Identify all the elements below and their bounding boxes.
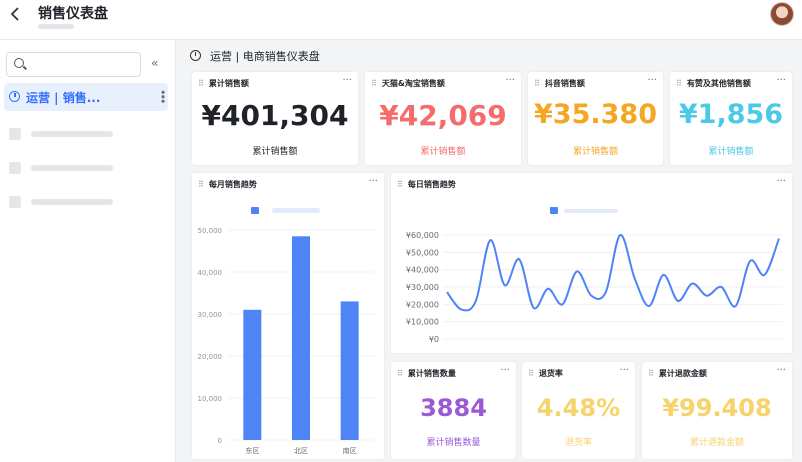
y-tick-label: ¥20,000 (406, 300, 439, 309)
y-tick-label: 40,000 (198, 269, 223, 277)
kpi-card-refund: 累计退款金额 ··· ¥99.408 累计退款金额 (641, 361, 793, 460)
kpi-caption: 累计退款金额 (689, 438, 744, 448)
kpi-caption: 累计销售额 (708, 147, 754, 157)
kpi-card-quantity: 累计销售数量 ··· 3884 累计销售数量 (390, 361, 517, 460)
kpi-card-total: 累计销售额 ··· ¥401,304 累计销售额 (191, 71, 359, 166)
more-icon[interactable]: ··· (342, 75, 352, 86)
sidebar-item-label: 运营 | 销售... (26, 91, 101, 105)
kpi-value: ¥42,069 (379, 99, 507, 132)
legend-swatch (251, 207, 259, 214)
y-tick-label: 0 (218, 437, 222, 445)
kpi-caption: 退货率 (564, 438, 592, 448)
search-input[interactable] (6, 52, 141, 77)
kpi-caption: 累计销售额 (420, 147, 466, 157)
card-title: 天猫&淘宝销售额 (371, 78, 445, 89)
y-tick-label: ¥60,000 (406, 231, 439, 240)
bar (292, 236, 310, 440)
monthly-bar-chart: 0 10,000 20,000 30,000 40,000 50,000 东区 北区 南区 (198, 207, 374, 455)
page-title: 销售仪表盘 (38, 6, 108, 22)
bar (340, 301, 359, 440)
more-icon[interactable]: ••• (156, 89, 169, 102)
series-line (446, 233, 780, 312)
card-title: 抖音销售额 (534, 78, 585, 89)
daily-line-chart: ¥0 ¥10,000 ¥20,000 ¥30,000 ¥40,000 ¥50,000 ¥60… (406, 207, 783, 344)
kpi-card-youzan: 有赞及其他销售额 ··· ¥1,856 累计销售额 (669, 71, 793, 166)
more-icon[interactable]: ··· (500, 365, 510, 376)
sidebar-skeleton-item (9, 128, 149, 140)
card-title: 累计销售数量 (397, 368, 456, 379)
search-icon (14, 58, 24, 68)
double-chevron-left-icon[interactable]: ‹‹ (151, 56, 158, 70)
x-tick-label: 北区 (294, 447, 308, 455)
sidebar-skeleton-item (9, 196, 149, 208)
more-icon[interactable]: ··· (647, 75, 657, 86)
kpi-card-douyin: 抖音销售额 ··· ¥35.380 累计销售额 (527, 71, 664, 166)
kpi-caption: 累计销售数量 (426, 438, 481, 448)
kpi-value: ¥99.408 (662, 394, 772, 422)
sidebar-skeleton-item (9, 162, 149, 174)
top-bar: 销售仪表盘 (0, 0, 802, 40)
kpi-value: 4.48% (536, 394, 621, 422)
y-tick-label: ¥50,000 (406, 248, 439, 257)
y-tick-label: ¥10,000 (406, 318, 439, 327)
legend-label-placeholder (564, 209, 618, 213)
x-tick-label: 东区 (245, 446, 259, 455)
kpi-value: ¥401,304 (201, 99, 349, 132)
legend-label-placeholder (272, 208, 320, 213)
more-icon[interactable]: ··· (505, 75, 515, 86)
y-tick-label: ¥30,000 (406, 283, 439, 292)
daily-sales-card: 每日销售趋势 ··· ¥0¥10,000¥20,000¥30,000¥40,00… (390, 172, 793, 354)
y-tick-label: 30,000 (198, 311, 223, 319)
card-title: 退货率 (528, 368, 563, 379)
kpi-value: ¥35.380 (534, 99, 657, 130)
card-title: 有赞及其他销售额 (676, 78, 751, 89)
x-tick-label: 南区 (343, 446, 357, 455)
legend-swatch (550, 207, 558, 214)
sidebar: ‹‹ 运营 | 销售... ••• (0, 40, 176, 462)
y-tick-label: 50,000 (198, 227, 223, 235)
clock-icon (190, 50, 201, 61)
user-avatar[interactable] (770, 2, 794, 26)
more-icon[interactable]: ··· (619, 365, 629, 376)
kpi-caption: 累计销售额 (252, 147, 298, 157)
more-icon[interactable]: ··· (776, 365, 786, 376)
card-title: 累计退款金额 (648, 368, 707, 379)
y-tick-label: 10,000 (198, 395, 223, 403)
kpi-value: 3884 (420, 394, 487, 422)
clock-icon (9, 91, 20, 102)
kpi-card-return-rate: 退货率 ··· 4.48% 退货率 (521, 361, 636, 460)
y-tick-label: ¥40,000 (406, 266, 439, 275)
kpi-caption: 累计销售额 (572, 147, 618, 157)
monthly-sales-card: 每月销售趋势 ··· 010,00020,00030,00040,00050,0… (191, 172, 385, 460)
subtitle-placeholder (38, 24, 74, 29)
card-title: 累计销售额 (198, 78, 249, 89)
kpi-card-tmall: 天猫&淘宝销售额 ··· ¥42,069 累计销售额 (364, 71, 522, 166)
y-tick-label: ¥0 (429, 335, 439, 344)
more-icon[interactable]: ··· (776, 75, 786, 86)
kpi-value: ¥1,856 (678, 99, 784, 130)
y-tick-label: 20,000 (198, 353, 223, 361)
sidebar-item-sales[interactable]: 运营 | 销售... ••• (4, 83, 169, 111)
dashboard-title: 运营 | 电商销售仪表盘 (210, 50, 320, 63)
bar (243, 309, 262, 440)
chevron-left-icon[interactable] (10, 6, 24, 22)
